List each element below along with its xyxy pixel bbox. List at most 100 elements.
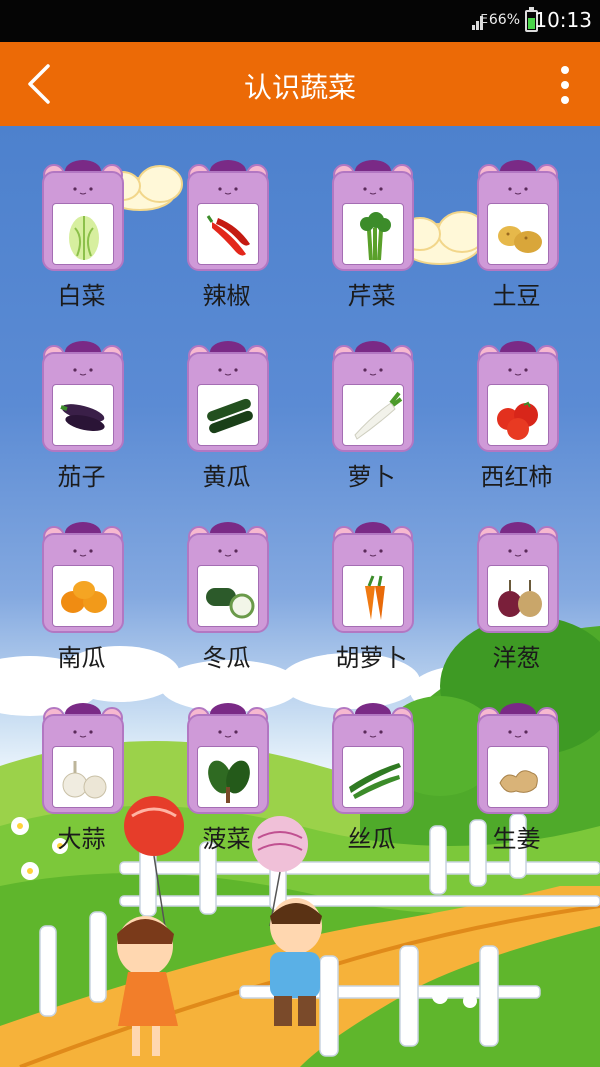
card-frame (477, 521, 559, 633)
card-frame (42, 340, 124, 452)
vegetable-label: 黄瓜 (202, 463, 251, 491)
vegetable-card[interactable]: 黄瓜 (154, 307, 299, 491)
vegetable-card[interactable]: 生姜 (444, 669, 589, 853)
vegetable-label: 土豆 (492, 282, 541, 310)
vegetable-grid: 白菜 辣椒 芹菜 土豆茄子 黄瓜 萝卜 西红柿南瓜 冬瓜 胡萝卜 洋葱大蒜 菠菜 丝瓜 生姜 (0, 126, 600, 1067)
more-vertical-icon (561, 66, 569, 74)
eggplant-icon (60, 404, 105, 432)
vegetable-card[interactable]: 辣椒 (154, 126, 299, 310)
vegetable-image (197, 203, 259, 265)
vegetable-image (487, 384, 549, 446)
onion-icon (498, 580, 542, 617)
vegetable-card[interactable]: 冬瓜 (154, 488, 299, 672)
vegetable-label: 芹菜 (347, 282, 396, 310)
vegetable-image (487, 565, 549, 627)
face-icon (218, 187, 238, 195)
face-icon (218, 549, 238, 557)
vegetable-image (342, 203, 404, 265)
vegetable-card[interactable]: 洋葱 (444, 488, 589, 672)
vegetable-label: 南瓜 (57, 644, 106, 672)
celery-icon (360, 212, 391, 261)
face-icon (218, 368, 238, 376)
loofah-icon (349, 763, 401, 799)
vegetable-card[interactable]: 丝瓜 (299, 669, 444, 853)
face-icon (363, 368, 383, 376)
card-frame (187, 159, 269, 271)
face-icon (218, 730, 238, 738)
vegetable-image (342, 384, 404, 446)
signal-icon (466, 14, 484, 30)
vegetable-image (342, 565, 404, 627)
vegetable-label: 洋葱 (492, 644, 541, 672)
chili-pepper-icon (206, 215, 250, 256)
card-frame (332, 340, 414, 452)
face-icon (363, 549, 383, 557)
card-frame (332, 521, 414, 633)
card-frame (187, 340, 269, 452)
card-frame (42, 702, 124, 814)
cucumber-icon (207, 398, 253, 434)
winter-melon-icon (206, 588, 255, 619)
card-frame (187, 702, 269, 814)
battery-percent: 66% (488, 12, 520, 28)
cabbage-icon (69, 216, 99, 260)
vegetable-label: 大蒜 (57, 825, 106, 853)
vegetable-card[interactable]: 菠菜 (154, 669, 299, 853)
pumpkin-icon (61, 581, 107, 613)
face-icon (73, 368, 93, 376)
vegetable-card[interactable]: 南瓜 (9, 488, 154, 672)
vegetable-label: 辣椒 (202, 282, 251, 310)
carrot-icon (365, 575, 385, 620)
vegetable-label: 西红柿 (480, 463, 553, 491)
vegetable-card[interactable]: 芹菜 (299, 126, 444, 310)
ginger-icon (499, 770, 538, 793)
vegetable-label: 生姜 (492, 825, 541, 853)
vegetable-card[interactable]: 白菜 (9, 126, 154, 310)
status-bar: E 66% 10:13 (0, 0, 600, 42)
face-icon (508, 368, 528, 376)
vegetable-card[interactable]: 大蒜 (9, 669, 154, 853)
vegetable-card[interactable]: 萝卜 (299, 307, 444, 491)
card-frame (332, 159, 414, 271)
app-header: 认识蔬菜 (0, 42, 600, 126)
more-menu-button[interactable] (558, 64, 572, 106)
vegetable-label: 菠菜 (202, 825, 251, 853)
face-icon (363, 187, 383, 195)
vegetable-image (52, 203, 114, 265)
content-area: 白菜 辣椒 芹菜 土豆茄子 黄瓜 萝卜 西红柿南瓜 冬瓜 胡萝卜 洋葱大蒜 菠菜 丝瓜 生姜 (0, 126, 600, 1067)
vegetable-image (487, 203, 549, 265)
card-frame (42, 521, 124, 633)
page-title: 认识蔬菜 (243, 71, 356, 104)
vegetable-label: 胡萝卜 (335, 644, 408, 672)
vegetable-label: 冬瓜 (202, 644, 251, 672)
vegetable-card[interactable]: 西红柿 (444, 307, 589, 491)
vegetable-label: 白菜 (57, 282, 106, 310)
vegetable-image (52, 746, 114, 808)
vegetable-label: 萝卜 (347, 463, 396, 491)
potato-icon (498, 226, 542, 253)
vegetable-label: 茄子 (57, 463, 106, 491)
vegetable-image (197, 746, 259, 808)
card-frame (477, 159, 559, 271)
vegetable-card[interactable]: 胡萝卜 (299, 488, 444, 672)
tomato-icon (497, 401, 538, 440)
vegetable-image (342, 746, 404, 808)
card-frame (332, 702, 414, 814)
card-frame (477, 702, 559, 814)
vegetable-image (197, 384, 259, 446)
card-frame (187, 521, 269, 633)
spinach-icon (208, 760, 250, 803)
vegetable-card[interactable]: 土豆 (444, 126, 589, 310)
card-frame (477, 340, 559, 452)
card-frame (42, 159, 124, 271)
clock: 10:13 (534, 8, 592, 32)
radish-icon (354, 391, 403, 440)
vegetable-card[interactable]: 茄子 (9, 307, 154, 491)
vegetable-image (52, 565, 114, 627)
vegetable-label: 丝瓜 (347, 825, 396, 853)
face-icon (73, 187, 93, 195)
vegetable-image (197, 565, 259, 627)
face-icon (363, 730, 383, 738)
face-icon (508, 549, 528, 557)
face-icon (73, 549, 93, 557)
